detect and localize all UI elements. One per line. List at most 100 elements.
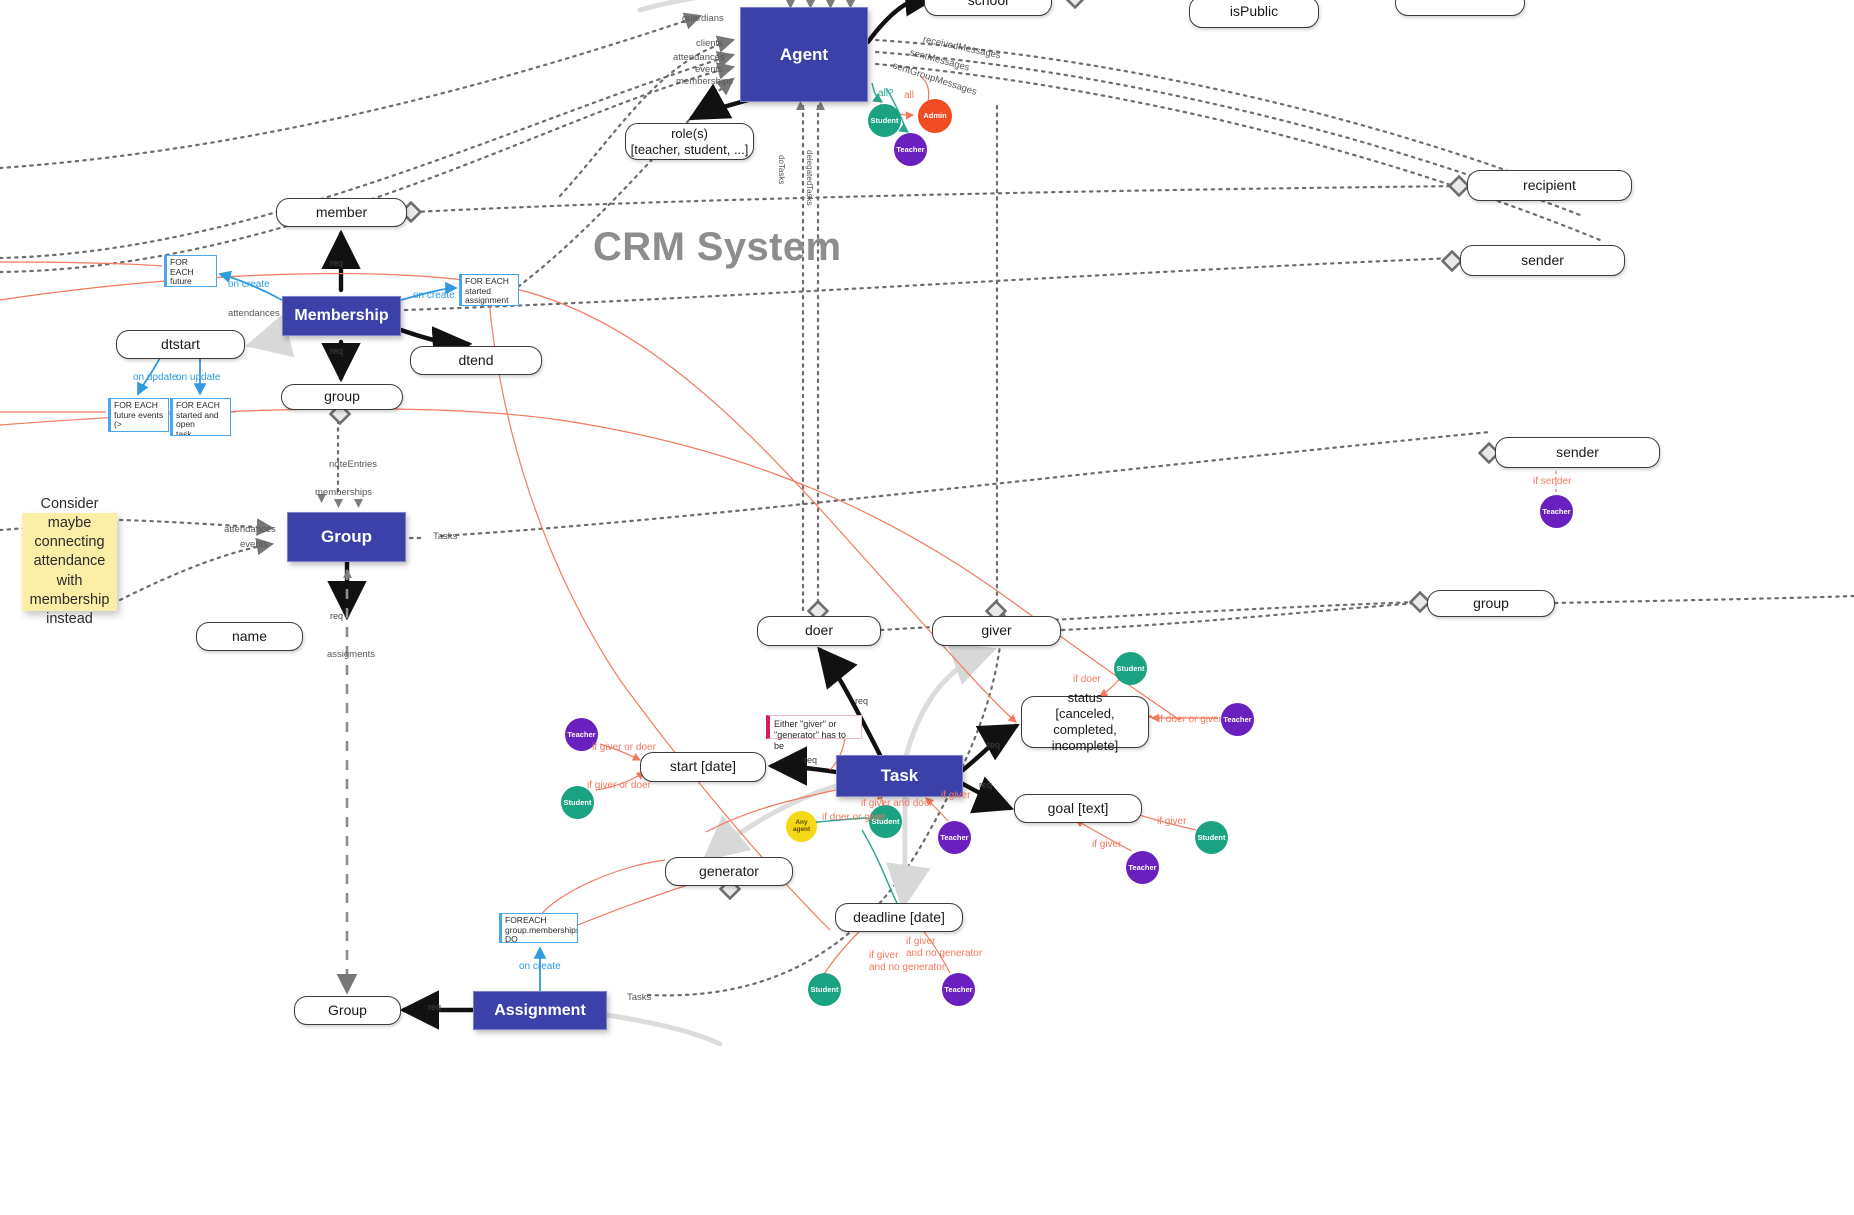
attr-deadline[interactable]: deadline [date] <box>835 903 963 932</box>
attr-status[interactable]: status [canceled, completed, incomplete] <box>1021 690 1149 753</box>
entity-membership[interactable]: Membership <box>282 296 401 336</box>
edge-label-attendances-group: attendances <box>224 524 276 535</box>
edge-label-on-update-1: on update <box>133 372 178 383</box>
edge-label-req-group-bottom: req <box>428 1002 442 1012</box>
entity-assignment[interactable]: Assignment <box>473 991 607 1030</box>
edge-label-if-giver-or-doer-1: if giver or doer <box>592 742 656 753</box>
attr-dtstart[interactable]: dtstart <box>116 330 245 359</box>
attr-group-right[interactable]: group <box>1427 590 1555 617</box>
attr-sender-2[interactable]: sender <box>1495 437 1660 468</box>
edge-label-if-giver-task: if giver <box>941 790 971 801</box>
edge-label-if-giver-goal-1: if giver <box>1157 816 1187 827</box>
edge-label-if-doer-or-giver-2: if doer or giver <box>822 812 886 823</box>
badge-student-status[interactable]: Student <box>1114 652 1147 685</box>
badge-admin-agent[interactable]: Admin <box>918 99 952 133</box>
entity-assignment-label: Assignment <box>494 1001 586 1019</box>
attr-dtend[interactable]: dtend <box>410 346 542 375</box>
badge-teacher-status-label: Teacher <box>1223 714 1252 724</box>
attr-roles[interactable]: role(s) [teacher, student, ...] <box>625 123 754 160</box>
attr-sender[interactable]: sender <box>1460 245 1625 276</box>
entity-group-label: Group <box>321 527 372 546</box>
attr-giver[interactable]: giver <box>932 616 1061 646</box>
edge-label-attendances-agent: attendances <box>673 52 725 63</box>
attr-name[interactable]: name <box>196 622 303 651</box>
attr-start-label: start [date] <box>669 758 737 775</box>
badge-student-goal-label: Student <box>1197 832 1226 842</box>
attr-ispublic[interactable]: isPublic <box>1189 0 1319 28</box>
edge-label-guardians: guardians <box>682 13 724 24</box>
attr-recipient[interactable]: recipient <box>1467 170 1632 201</box>
edge-label-if-doer-or-giver: if doer or giver <box>1158 714 1222 725</box>
edge-label-req-group-attr: req <box>330 346 344 356</box>
edge-label-if-giver-goal-2: if giver <box>1092 839 1122 850</box>
edge-label-on-create-assignment: on create <box>519 961 561 972</box>
badge-any-agent[interactable]: Any agent <box>786 811 817 842</box>
badge-teacher-goal[interactable]: Teacher <box>1126 851 1159 884</box>
edge-label-memberships-agent: memberships <box>676 76 734 87</box>
edge-label-assigments: assigments <box>327 649 376 660</box>
attr-group-membership-label: group <box>324 388 360 405</box>
rule-group-memberships[interactable]: FOREACH group.memberships DO <box>499 913 578 943</box>
attr-member[interactable]: member <box>276 198 407 227</box>
entity-membership-label: Membership <box>294 307 389 324</box>
edge-label-all-question: all? <box>878 88 894 99</box>
attr-topright[interactable] <box>1395 0 1525 16</box>
attr-goal[interactable]: goal [text] <box>1014 794 1142 823</box>
edge-label-tasks-assignment: Tasks <box>627 992 652 1003</box>
badge-admin-agent-label: Admin <box>923 111 947 121</box>
badge-teacher-agent[interactable]: Teacher <box>894 133 927 166</box>
edge-label-if-giver-or-doer-2: if giver or doer <box>587 780 651 791</box>
attr-start[interactable]: start [date] <box>640 752 766 782</box>
edge-label-req-start: req <box>804 755 818 765</box>
edge-label-noteentries: noteEntries <box>329 459 378 470</box>
attr-group-assignment[interactable]: Group <box>294 996 401 1025</box>
badge-teacher-deadline[interactable]: Teacher <box>942 973 975 1006</box>
attr-school[interactable]: school <box>924 0 1052 16</box>
edge-label-on-create-2: on create <box>413 290 455 301</box>
entity-agent[interactable]: Agent <box>740 7 868 102</box>
attr-group-assignment-label: Group <box>328 1001 367 1018</box>
badge-student-start-label: Student <box>563 797 592 807</box>
rule-started-assignment[interactable]: FOR EACH started assignment WHERE <box>459 274 519 306</box>
attr-ispublic-label: isPublic <box>1229 3 1279 20</box>
sticky-note-attendance[interactable]: Consider maybe connecting attendance wit… <box>22 496 117 627</box>
attr-sender-2-label: sender <box>1556 443 1599 460</box>
entity-agent-label: Agent <box>779 44 829 64</box>
attr-school-label: school <box>967 0 1009 9</box>
badge-student-agent-label: Student <box>870 115 899 125</box>
edge-label-on-update-2: on update <box>176 372 221 383</box>
diagram-canvas[interactable]: CRM System Agent Membership Group Task A… <box>0 0 1854 1215</box>
badge-teacher-start-label: Teacher <box>567 729 596 739</box>
edge-label-req-status: req <box>987 740 1001 750</box>
entity-group[interactable]: Group <box>287 512 406 562</box>
badge-teacher-sender-label: Teacher <box>1542 506 1571 516</box>
rule-started-open-task[interactable]: FOR EACH started and open task WHERE tas… <box>170 398 231 436</box>
badge-student-deadline[interactable]: Student <box>808 973 841 1006</box>
edge-label-req-goal: req <box>979 780 993 790</box>
rule-future-events[interactable]: FOR EACH future events (> membership end… <box>108 398 169 432</box>
badge-student-goal[interactable]: Student <box>1195 821 1228 854</box>
edge-label-if-giver-no-generator-2: if giver and no generator <box>869 950 946 973</box>
edge-label-all: all <box>904 90 915 101</box>
attr-doer-label: doer <box>804 622 834 639</box>
attr-doer[interactable]: doer <box>757 616 881 646</box>
attr-member-label: member <box>315 203 368 220</box>
edge-label-if-sender: if sender <box>1533 476 1572 487</box>
edge-label-if-giver-and-doer: if giver and doer <box>861 798 933 809</box>
attr-generator[interactable]: generator <box>665 857 793 886</box>
attr-group-membership[interactable]: group <box>281 384 403 410</box>
edge-label-delegatedtasks: delegatedTasks <box>805 150 814 206</box>
constraint-giver-or-generator[interactable]: Either "giver" or "generator" has to be <box>766 715 862 751</box>
badge-teacher-sender[interactable]: Teacher <box>1540 495 1573 528</box>
attr-sender-label: sender <box>1521 251 1564 268</box>
badge-student-agent[interactable]: Student <box>868 104 901 137</box>
badge-teacher-task[interactable]: Teacher <box>938 821 971 854</box>
edge-label-attendances-membership: attendances <box>228 308 280 319</box>
badge-teacher-status[interactable]: Teacher <box>1221 703 1254 736</box>
badge-student-status-label: Student <box>1116 663 1145 673</box>
edge-label-events-group: events <box>240 539 268 550</box>
edge-label-tasks-group: Tasks <box>433 531 458 542</box>
attr-recipient-label: recipient <box>1523 176 1576 193</box>
badge-teacher-agent-label: Teacher <box>896 144 925 154</box>
rule-future-attendances[interactable]: FOR EACH future attendances WHERE <box>164 255 217 287</box>
